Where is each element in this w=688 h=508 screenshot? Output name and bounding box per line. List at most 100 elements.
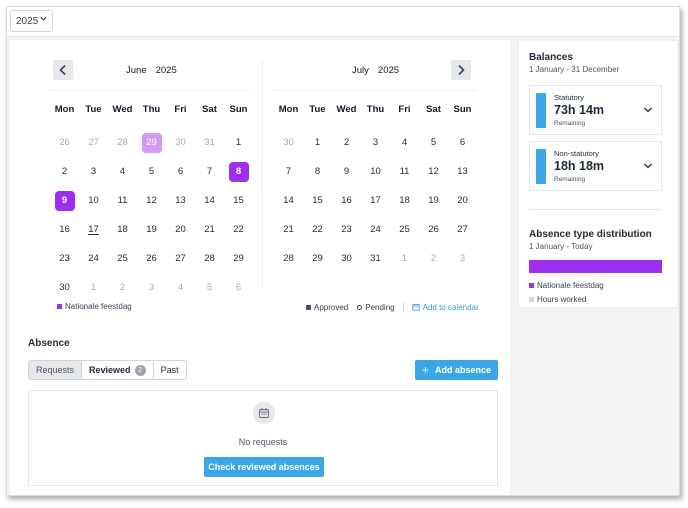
calendar-day[interactable]: 29: [224, 244, 253, 273]
calendar-day[interactable]: 30: [332, 244, 361, 273]
calendar-day[interactable]: 13: [166, 186, 195, 215]
calendar-day[interactable]: 31: [361, 244, 390, 273]
calendar-day[interactable]: 30: [50, 273, 79, 302]
calendar-day[interactable]: 24: [79, 244, 108, 273]
check-reviewed-button[interactable]: Check reviewed absences: [204, 457, 324, 477]
balance-card-non-statutory[interactable]: Non-statutory 18h 18m Remaining: [529, 141, 662, 191]
calendar-day[interactable]: 6: [224, 273, 253, 302]
calendar-day[interactable]: 8: [303, 157, 332, 186]
calendar-day[interactable]: 27: [166, 244, 195, 273]
calendar-day[interactable]: 7: [274, 157, 303, 186]
calendar-day[interactable]: 9: [50, 186, 79, 215]
calendar-day[interactable]: 28: [108, 128, 137, 157]
calendar-day[interactable]: 21: [274, 215, 303, 244]
calendar-day[interactable]: 19: [419, 186, 448, 215]
calendar-day[interactable]: 2: [419, 244, 448, 273]
calendar-day[interactable]: 18: [390, 186, 419, 215]
calendar-day[interactable]: 3: [137, 273, 166, 302]
calendar-day[interactable]: 22: [303, 215, 332, 244]
calendar-day[interactable]: 13: [448, 157, 477, 186]
add-absence-button[interactable]: + Add absence: [415, 360, 498, 380]
calendar-day[interactable]: 29: [137, 128, 166, 157]
calendar-day[interactable]: 4: [166, 273, 195, 302]
calendar-day[interactable]: 20: [166, 215, 195, 244]
tab-reviewed[interactable]: Reviewed 2: [82, 361, 154, 379]
calendar-day[interactable]: 11: [108, 186, 137, 215]
next-month-button[interactable]: [451, 60, 471, 80]
calendar-day[interactable]: 20: [448, 186, 477, 215]
calendar-day[interactable]: 4: [108, 157, 137, 186]
prev-month-button[interactable]: [53, 60, 73, 80]
year-select[interactable]: 2025: [10, 10, 53, 32]
calendar-day[interactable]: 25: [390, 215, 419, 244]
calendar-day[interactable]: 7: [195, 157, 224, 186]
calendar-day[interactable]: 17: [79, 215, 108, 244]
calendar-day[interactable]: 1: [79, 273, 108, 302]
holiday-marker: 29: [141, 132, 162, 153]
calendar-day[interactable]: 16: [332, 186, 361, 215]
calendar-day[interactable]: 18: [108, 215, 137, 244]
calendar-day[interactable]: 11: [390, 157, 419, 186]
calendar-day[interactable]: 17: [361, 186, 390, 215]
calendar-day[interactable]: 12: [137, 186, 166, 215]
calendar-day[interactable]: 8: [224, 157, 253, 186]
calendar-day[interactable]: 14: [274, 186, 303, 215]
day-number: 29: [233, 253, 244, 264]
calendar-day[interactable]: 3: [448, 244, 477, 273]
calendar-day[interactable]: 23: [332, 215, 361, 244]
calendar-day[interactable]: 10: [361, 157, 390, 186]
balance-color-bar: [536, 93, 546, 128]
balance-card-statutory[interactable]: Statutory 73h 14m Remaining: [529, 85, 662, 135]
calendar-day[interactable]: 12: [419, 157, 448, 186]
calendar-day[interactable]: 4: [390, 128, 419, 157]
calendar-day[interactable]: 3: [361, 128, 390, 157]
calendar-day[interactable]: 22: [224, 215, 253, 244]
day-number: 15: [312, 195, 323, 206]
calendar-day[interactable]: 1: [303, 128, 332, 157]
calendar-day[interactable]: 16: [50, 215, 79, 244]
calendar-day[interactable]: 30: [274, 128, 303, 157]
calendar-day[interactable]: 5: [419, 128, 448, 157]
calendar-day[interactable]: 31: [195, 128, 224, 157]
calendar-day[interactable]: 30: [166, 128, 195, 157]
tab-requests[interactable]: Requests: [29, 361, 83, 379]
month-name: July: [352, 65, 369, 76]
calendar-day[interactable]: 9: [332, 157, 361, 186]
calendar-day[interactable]: 1: [390, 244, 419, 273]
calendar-day[interactable]: 27: [448, 215, 477, 244]
calendar-day[interactable]: 2: [108, 273, 137, 302]
calendar-day[interactable]: 26: [419, 215, 448, 244]
calendar-day[interactable]: 6: [166, 157, 195, 186]
calendar-day[interactable]: 26: [137, 244, 166, 273]
calendar-day[interactable]: 15: [224, 186, 253, 215]
calendar-day[interactable]: 14: [195, 186, 224, 215]
day-number: 29: [312, 253, 323, 264]
add-to-calendar-link[interactable]: Add to calendar: [412, 303, 479, 312]
day-number: 14: [204, 195, 215, 206]
calendar-day[interactable]: 28: [274, 244, 303, 273]
day-number: 27: [88, 137, 99, 148]
calendar-day[interactable]: 27: [79, 128, 108, 157]
calendar-day[interactable]: 25: [108, 244, 137, 273]
calendar-day[interactable]: 10: [79, 186, 108, 215]
calendar-day[interactable]: 1: [224, 128, 253, 157]
calendar-day[interactable]: 5: [195, 273, 224, 302]
tab-past[interactable]: Past: [154, 361, 186, 379]
calendar-day[interactable]: 26: [50, 128, 79, 157]
status-legend: Approved Pending Add to calendar: [306, 302, 479, 312]
calendar-day[interactable]: 23: [50, 244, 79, 273]
calendar-day[interactable]: 2: [50, 157, 79, 186]
calendar-day[interactable]: 29: [303, 244, 332, 273]
calendar-day[interactable]: 28: [195, 244, 224, 273]
calendar-day[interactable]: 2: [332, 128, 361, 157]
calendar-day[interactable]: 15: [303, 186, 332, 215]
calendar-day[interactable]: 24: [361, 215, 390, 244]
day-number: 13: [175, 195, 186, 206]
calendar-day[interactable]: 3: [79, 157, 108, 186]
calendar-day[interactable]: 21: [195, 215, 224, 244]
calendar-day[interactable]: 6: [448, 128, 477, 157]
week-row: 14 15 16 17 18 19 20: [274, 186, 477, 215]
calendar-day[interactable]: 5: [137, 157, 166, 186]
absence-tabs: Requests Reviewed 2 Past: [28, 360, 187, 380]
calendar-day[interactable]: 19: [137, 215, 166, 244]
